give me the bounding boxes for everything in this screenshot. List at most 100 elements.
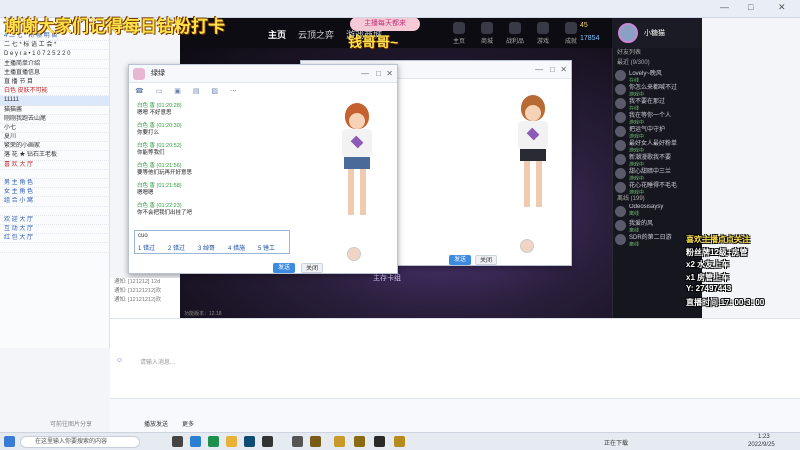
close-icon[interactable]: ✕ (386, 65, 393, 83)
channel-row[interactable]: 繁荣的小画家 (0, 142, 109, 152)
chat-input-area[interactable]: ☺ 请输入消息... (110, 318, 800, 398)
friend-row[interactable]: 新潮漫歌我不要 游戏中 (613, 152, 702, 166)
tab-tft[interactable]: 云顶之弈 (298, 28, 334, 41)
message-text: 嗯嗯 不好意思 (137, 110, 172, 116)
chat-message: 白色 香 (01:21:56) 要等他们玩再开好意思 (129, 163, 329, 177)
ime-candidate[interactable]: 2 错过 (168, 243, 185, 252)
minimize-button[interactable]: — (720, 2, 729, 12)
tab-home[interactable]: 主页 (268, 28, 286, 41)
close-button[interactable]: ✕ (778, 2, 786, 13)
folder-icon[interactable]: ▤ (193, 88, 200, 95)
taskbar-search[interactable]: 在这里输入你要搜索的内容 (20, 436, 140, 448)
more-button[interactable]: 更多 (182, 419, 194, 428)
app-icon[interactable] (334, 436, 345, 447)
channel-row[interactable]: 二 七 * 标 语 工 会 * (0, 41, 109, 51)
channel-row[interactable]: 小七 (0, 124, 109, 134)
channel-row[interactable]: 白色 皮肤不可能 (0, 87, 109, 97)
ime-candidate-popup[interactable]: cuo 1 错过 2 错过 3 绰哥 4 措施 5 锉工 (134, 230, 290, 254)
close-button[interactable]: 关闭 (301, 263, 323, 273)
app-icon[interactable] (354, 436, 365, 447)
channel-row[interactable]: 猫猫酱 (0, 106, 109, 115)
minimize-icon[interactable]: — (535, 61, 543, 79)
chat-input-placeholder[interactable]: 请输入消息... (140, 357, 175, 366)
nav-icon-games[interactable]: 游戏 (532, 22, 554, 45)
app-icon[interactable] (292, 436, 303, 447)
ime-candidate[interactable]: 4 措施 (228, 243, 245, 252)
channel-row[interactable]: 女 主 角 色 (0, 188, 109, 198)
app-icon[interactable] (374, 436, 385, 447)
profile-panel[interactable]: 小糖猫 (612, 18, 702, 48)
channel-row[interactable]: 男 主 角 色 (0, 179, 109, 189)
more-icon[interactable]: ⋯ (230, 88, 237, 95)
contact-avatar-small (520, 239, 534, 253)
channel-row[interactable]: 红 包 大 厅 (0, 234, 109, 244)
nav-icon-store[interactable]: 商城 (476, 22, 498, 45)
video-icon[interactable]: ▭ (156, 88, 163, 95)
start-icon[interactable] (4, 436, 15, 447)
gift-overlay-line: x2 水友上车 (686, 260, 730, 269)
send-button[interactable]: 发送 (273, 263, 295, 273)
friend-row[interactable]: 甜心甜暗中三兰 游戏中 (613, 166, 702, 180)
friend-row[interactable]: Lovely~晚风 在线 (613, 68, 702, 82)
maximize-button[interactable]: □ (748, 2, 753, 12)
friend-row[interactable]: 花心花睡得不毛毛 游戏中 (613, 180, 702, 194)
image-icon[interactable]: ▨ (211, 88, 218, 95)
clock-time[interactable]: 1:23 (758, 434, 770, 440)
avatar[interactable] (618, 23, 638, 43)
app-icon[interactable] (310, 436, 321, 447)
friend-row[interactable]: 最好女人最好粉单 游戏中 (613, 138, 702, 152)
nav-icon-achievements[interactable]: 成就 (560, 22, 582, 45)
nav-icon-home[interactable]: 主页 (448, 22, 470, 45)
channel-row[interactable]: 主播直播信息 (0, 69, 109, 78)
app-icon[interactable] (394, 436, 405, 447)
channel-row[interactable]: 直 播 节 目 (0, 78, 109, 88)
edge-icon[interactable] (190, 436, 201, 447)
channel-row[interactable]: 夏川 (0, 133, 109, 143)
channel-row[interactable]: 互 动 大 厅 (0, 225, 109, 235)
close-icon[interactable]: ✕ (560, 61, 567, 79)
channel-row[interactable]: D e y r a • 1 0 7 2 5 2 2 0 (0, 50, 109, 60)
avatar (615, 206, 626, 217)
share-hint[interactable]: 可前往图片分享 (50, 419, 92, 428)
clock-date[interactable]: 2022/9/25 (748, 442, 775, 448)
ime-candidate[interactable]: 1 错过 (138, 243, 155, 252)
friend-row[interactable]: 你怎么来都喊不过 游戏中 (613, 82, 702, 96)
app-icon[interactable] (244, 436, 255, 447)
channel-row[interactable]: 组 合 小 窝 (0, 197, 109, 207)
channel-row[interactable]: 主播简单介绍 (0, 60, 109, 69)
folder-icon[interactable] (226, 436, 237, 447)
phone-icon[interactable]: ☎ (135, 88, 144, 95)
channel-row[interactable] (0, 207, 109, 216)
send-button[interactable]: 发送 (449, 255, 471, 265)
ime-candidate[interactable]: 5 锉工 (258, 243, 275, 252)
friend-row[interactable]: 我不要在那过 在线 (613, 96, 702, 110)
male-character-figure (513, 95, 553, 207)
stream-gift-overlay: 喜欢主播点点关注 粉丝牌12级+房管 x2 水友上车 x1 房管上车 Y: 27… (686, 234, 800, 320)
friends-group-label[interactable]: 离线 (199) (613, 194, 702, 204)
channel-row[interactable]: 喜 欢 大 厅 (0, 161, 109, 170)
channel-row[interactable] (0, 243, 109, 253)
ime-candidate[interactable]: 3 绰哥 (198, 243, 215, 252)
nav-icon-loot[interactable]: 战利品 (504, 22, 526, 45)
channel-row[interactable]: 刚刚我跑去山尾 (0, 115, 109, 124)
channel-row[interactable]: 落 花 ★ 钻石王老板 (0, 151, 109, 161)
friend-row[interactable]: 我爱的风 离线 (613, 218, 702, 232)
play-send-button[interactable]: 播放发送 (144, 419, 168, 428)
close-button[interactable]: 关闭 (475, 255, 497, 265)
channel-row[interactable]: 11111 (0, 96, 109, 106)
minimize-icon[interactable]: — (361, 65, 369, 83)
emoji-icon[interactable]: ☺ (116, 357, 123, 364)
friend-row[interactable]: Odeosisaysy 离线 (613, 204, 702, 218)
chrome-icon[interactable] (208, 436, 219, 447)
channel-row[interactable]: 欢 迎 大 厅 (0, 216, 109, 225)
task-view-icon[interactable] (172, 436, 183, 447)
maximize-icon[interactable]: □ (376, 65, 381, 83)
friends-group-label[interactable]: 最近 (9/300) (613, 58, 702, 68)
friend-row[interactable]: 把运气中守护 游戏中 (613, 124, 702, 138)
channel-row[interactable] (0, 170, 109, 179)
friend-row[interactable]: 我在等你一个人 游戏中 (613, 110, 702, 124)
maximize-icon[interactable]: □ (550, 61, 555, 79)
message-list: 白色 香 (01:20:28) 嗯嗯 不好意思 白色 香 (01:20:30) 你要打… (129, 103, 329, 223)
screen-share-icon[interactable]: ▣ (174, 88, 181, 95)
app-icon[interactable] (262, 436, 273, 447)
